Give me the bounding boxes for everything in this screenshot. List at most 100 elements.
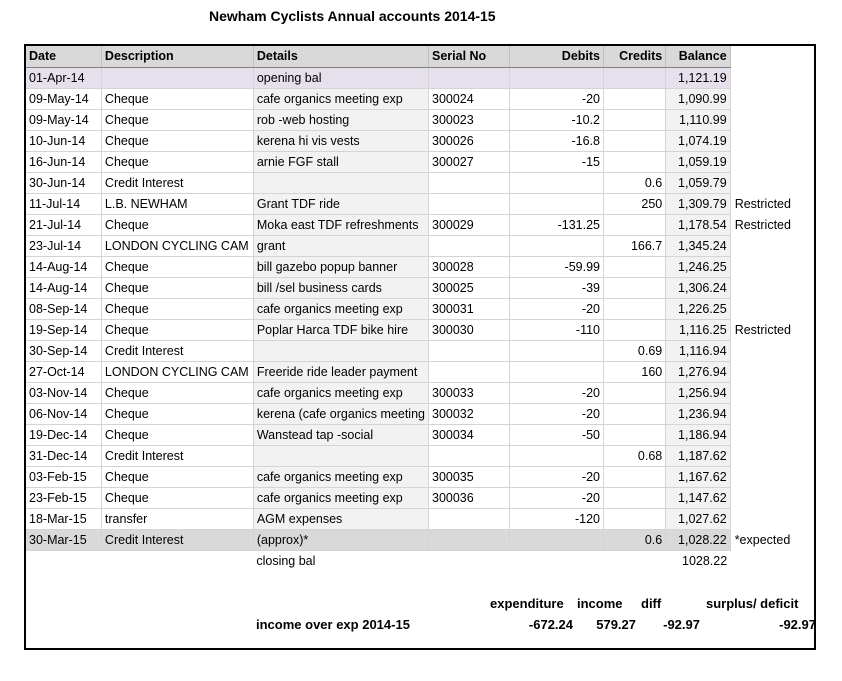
cell-balance[interactable]: 1,110.99 bbox=[665, 109, 731, 131]
cell-debit[interactable]: -15 bbox=[509, 151, 605, 173]
cell-credit[interactable] bbox=[603, 382, 667, 404]
col-header-balance[interactable]: Balance bbox=[665, 46, 731, 68]
cell-credit[interactable] bbox=[603, 109, 667, 131]
cell-credit[interactable]: 166.7 bbox=[603, 235, 667, 257]
cell-details[interactable]: Poplar Harca TDF bike hire bbox=[253, 319, 430, 341]
cell-details[interactable]: Grant TDF ride bbox=[253, 193, 430, 215]
cell-description[interactable]: Cheque bbox=[101, 298, 254, 320]
col-header-details[interactable]: Details bbox=[253, 46, 430, 68]
cell-balance[interactable]: 1,147.62 bbox=[665, 487, 731, 509]
cell-description[interactable]: Cheque bbox=[101, 466, 254, 488]
cell-credit[interactable] bbox=[603, 67, 667, 89]
cell-details[interactable]: Moka east TDF refreshments bbox=[253, 214, 430, 236]
cell-description[interactable]: Cheque bbox=[101, 277, 254, 299]
cell-date[interactable]: 09-May-14 bbox=[26, 88, 102, 110]
cell-date[interactable]: 08-Sep-14 bbox=[26, 298, 102, 320]
cell-details[interactable] bbox=[253, 172, 430, 194]
cell-details[interactable]: cafe organics meeting exp bbox=[253, 466, 430, 488]
cell-details[interactable]: bill /sel business cards bbox=[253, 277, 430, 299]
cell-date[interactable]: 30-Mar-15 bbox=[26, 529, 102, 551]
cell-credit[interactable] bbox=[603, 298, 667, 320]
cell-details[interactable]: rob -web hosting bbox=[253, 109, 430, 131]
cell-debit[interactable]: -20 bbox=[509, 487, 605, 509]
cell-serial[interactable] bbox=[428, 529, 510, 551]
cell-credit[interactable]: 0.6 bbox=[603, 172, 667, 194]
cell-balance[interactable]: 1,090.99 bbox=[665, 88, 731, 110]
cell-credit[interactable]: 0.68 bbox=[603, 445, 667, 467]
cell-description[interactable]: LONDON CYCLING CAM bbox=[101, 235, 254, 257]
cell-date[interactable]: 31-Dec-14 bbox=[26, 445, 102, 467]
cell-serial[interactable] bbox=[428, 172, 510, 194]
cell-description[interactable]: Cheque bbox=[101, 214, 254, 236]
cell-description[interactable]: Credit Interest bbox=[101, 172, 254, 194]
cell-serial[interactable]: 300032 bbox=[428, 403, 510, 425]
cell-credit[interactable]: 160 bbox=[603, 361, 667, 383]
cell-debit[interactable] bbox=[509, 340, 605, 362]
cell-serial[interactable]: 300029 bbox=[428, 214, 510, 236]
cell-description[interactable]: LONDON CYCLING CAM bbox=[101, 361, 254, 383]
cell-debit[interactable]: -20 bbox=[509, 88, 605, 110]
cell-debit[interactable]: -110 bbox=[509, 319, 605, 341]
cell-date[interactable]: 03-Nov-14 bbox=[26, 382, 102, 404]
cell-description[interactable]: Cheque bbox=[101, 130, 254, 152]
cell-debit[interactable]: -20 bbox=[509, 382, 605, 404]
cell-credit[interactable] bbox=[603, 130, 667, 152]
cell-debit[interactable]: -131.25 bbox=[509, 214, 605, 236]
cell-date[interactable]: 19-Sep-14 bbox=[26, 319, 102, 341]
cell-date[interactable]: 16-Jun-14 bbox=[26, 151, 102, 173]
cell-serial[interactable] bbox=[428, 235, 510, 257]
cell-details[interactable]: cafe organics meeting exp bbox=[253, 88, 430, 110]
cell-credit[interactable]: 0.6 bbox=[603, 529, 667, 551]
cell-balance[interactable]: 1,309.79 bbox=[665, 193, 731, 215]
cell-serial[interactable] bbox=[428, 445, 510, 467]
cell-serial[interactable] bbox=[428, 193, 510, 215]
cell-serial[interactable]: 300023 bbox=[428, 109, 510, 131]
cell-credit[interactable] bbox=[603, 508, 667, 530]
cell-description[interactable]: Cheque bbox=[101, 403, 254, 425]
cell-details[interactable]: Wanstead tap -social bbox=[253, 424, 430, 446]
col-header-description[interactable]: Description bbox=[101, 46, 254, 68]
cell-description[interactable]: Credit Interest bbox=[101, 529, 254, 551]
cell-debit[interactable]: -50 bbox=[509, 424, 605, 446]
cell-serial[interactable]: 300025 bbox=[428, 277, 510, 299]
cell-date[interactable]: 14-Aug-14 bbox=[26, 277, 102, 299]
cell-balance[interactable]: 1,246.25 bbox=[665, 256, 731, 278]
cell-credit[interactable] bbox=[603, 277, 667, 299]
cell-serial[interactable] bbox=[428, 508, 510, 530]
col-header-credits[interactable]: Credits bbox=[603, 46, 667, 68]
cell-details[interactable]: grant bbox=[253, 235, 430, 257]
cell-balance[interactable]: 1,345.24 bbox=[665, 235, 731, 257]
col-header-debits[interactable]: Debits bbox=[509, 46, 605, 68]
cell-credit[interactable]: 0.69 bbox=[603, 340, 667, 362]
cell-debit[interactable] bbox=[509, 235, 605, 257]
cell-balance[interactable]: 1,059.79 bbox=[665, 172, 731, 194]
cell-balance[interactable]: 1,256.94 bbox=[665, 382, 731, 404]
cell-date[interactable]: 19-Dec-14 bbox=[26, 424, 102, 446]
cell-credit[interactable] bbox=[603, 424, 667, 446]
cell-date[interactable]: 01-Apr-14 bbox=[26, 67, 102, 89]
cell-serial[interactable]: 300034 bbox=[428, 424, 510, 446]
cell-description[interactable]: Cheque bbox=[101, 256, 254, 278]
cell-serial[interactable]: 300028 bbox=[428, 256, 510, 278]
cell-date[interactable]: 23-Feb-15 bbox=[26, 487, 102, 509]
cell-date[interactable]: 18-Mar-15 bbox=[26, 508, 102, 530]
cell-details[interactable]: kerena hi vis vests bbox=[253, 130, 430, 152]
cell-details[interactable]: AGM expenses bbox=[253, 508, 430, 530]
cell-balance[interactable]: 1,226.25 bbox=[665, 298, 731, 320]
cell-serial[interactable] bbox=[428, 67, 510, 89]
cell-debit[interactable]: -20 bbox=[509, 466, 605, 488]
cell-debit[interactable] bbox=[509, 193, 605, 215]
cell-credit[interactable] bbox=[603, 151, 667, 173]
cell-date[interactable]: 14-Aug-14 bbox=[26, 256, 102, 278]
cell-balance[interactable]: 1,178.54 bbox=[665, 214, 731, 236]
cell-credit[interactable] bbox=[603, 466, 667, 488]
cell-description[interactable]: Credit Interest bbox=[101, 445, 254, 467]
cell-date[interactable]: 10-Jun-14 bbox=[26, 130, 102, 152]
cell-balance[interactable]: 1,306.24 bbox=[665, 277, 731, 299]
cell-serial[interactable]: 300024 bbox=[428, 88, 510, 110]
cell-details[interactable]: Freeride ride leader payment bbox=[253, 361, 430, 383]
cell-description[interactable]: transfer bbox=[101, 508, 254, 530]
cell-details[interactable]: arnie FGF stall bbox=[253, 151, 430, 173]
cell-credit[interactable] bbox=[603, 319, 667, 341]
cell-debit[interactable]: -39 bbox=[509, 277, 605, 299]
